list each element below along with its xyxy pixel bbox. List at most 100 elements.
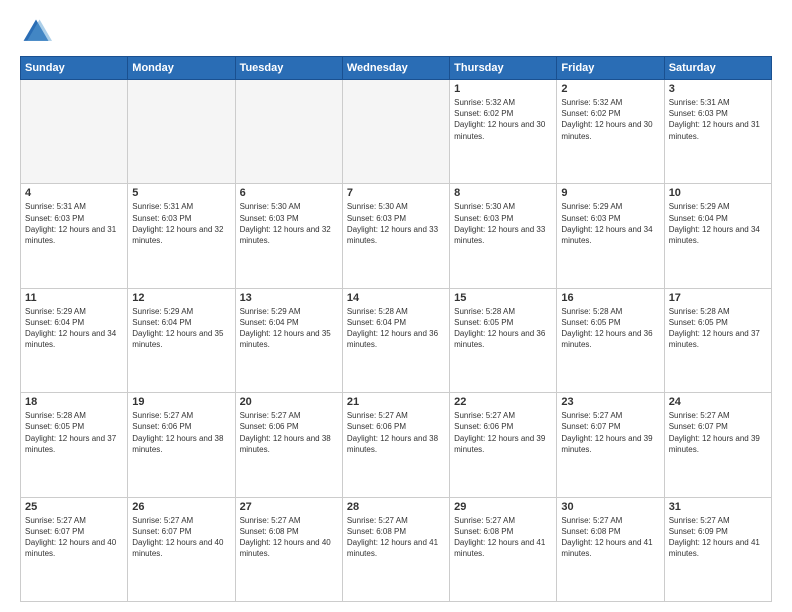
day-number: 10: [669, 187, 767, 199]
day-cell: 11 Sunrise: 5:29 AMSunset: 6:04 PMDayligh…: [21, 288, 128, 392]
day-cell: 9Sunrise: 5:29 AMSunset: 6:03 PMDaylight…: [557, 184, 664, 288]
day-info: Sunrise: 5:27 AMSunset: 6:09 PMDaylight:…: [669, 515, 767, 560]
day-cell: 4 Sunrise: 5:31 AMSunset: 6:03 PMDaylight…: [21, 184, 128, 288]
day-info: Sunrise: 5:28 AMSunset: 6:05 PMDaylight:…: [669, 306, 767, 351]
day-info: Sunrise: 5:31 AMSunset: 6:03 PMDaylight:…: [25, 201, 123, 246]
day-cell: 20 Sunrise: 5:27 AMSunset: 6:06 PMDayligh…: [235, 393, 342, 497]
day-number: 14: [347, 292, 445, 304]
day-info: Sunrise: 5:27 AMSunset: 6:07 PMDaylight:…: [669, 410, 767, 455]
day-info: Sunrise: 5:27 AMSunset: 6:07 PMDaylight:…: [25, 515, 123, 560]
day-info: Sunrise: 5:27 AMSunset: 6:08 PMDaylight:…: [240, 515, 338, 560]
day-header-tuesday: Tuesday: [235, 57, 342, 80]
day-cell: 5Sunrise: 5:31 AMSunset: 6:03 PMDaylight…: [128, 184, 235, 288]
day-number: 5: [132, 187, 230, 199]
day-number: 2: [561, 83, 659, 95]
day-cell: 13 Sunrise: 5:29 AMSunset: 6:04 PMDayligh…: [235, 288, 342, 392]
day-info: Sunrise: 5:32 AMSunset: 6:02 PMDaylight:…: [454, 97, 552, 142]
day-header-wednesday: Wednesday: [342, 57, 449, 80]
day-number: 26: [132, 501, 230, 513]
day-cell: 12 Sunrise: 5:29 AMSunset: 6:04 PMDayligh…: [128, 288, 235, 392]
day-cell: 17 Sunrise: 5:28 AMSunset: 6:05 PMDayligh…: [664, 288, 771, 392]
week-row-2: 4 Sunrise: 5:31 AMSunset: 6:03 PMDaylight…: [21, 184, 772, 288]
day-info: Sunrise: 5:29 AMSunset: 6:04 PMDaylight:…: [132, 306, 230, 351]
day-number: 12: [132, 292, 230, 304]
day-number: 21: [347, 396, 445, 408]
day-cell: 22 Sunrise: 5:27 AMSunset: 6:06 PMDayligh…: [450, 393, 557, 497]
day-cell: 27Sunrise: 5:27 AMSunset: 6:08 PMDayligh…: [235, 497, 342, 601]
calendar-body: 1 Sunrise: 5:32 AMSunset: 6:02 PMDaylight…: [21, 80, 772, 602]
day-cell: 28 Sunrise: 5:27 AMSunset: 6:08 PMDayligh…: [342, 497, 449, 601]
day-info: Sunrise: 5:27 AMSunset: 6:08 PMDaylight:…: [561, 515, 659, 560]
week-row-4: 18Sunrise: 5:28 AMSunset: 6:05 PMDayligh…: [21, 393, 772, 497]
day-info: Sunrise: 5:31 AMSunset: 6:03 PMDaylight:…: [669, 97, 767, 142]
day-info: Sunrise: 5:29 AMSunset: 6:04 PMDaylight:…: [669, 201, 767, 246]
day-header-monday: Monday: [128, 57, 235, 80]
day-info: Sunrise: 5:28 AMSunset: 6:04 PMDaylight:…: [347, 306, 445, 351]
day-info: Sunrise: 5:29 AMSunset: 6:04 PMDaylight:…: [240, 306, 338, 351]
day-header-sunday: Sunday: [21, 57, 128, 80]
calendar: SundayMondayTuesdayWednesdayThursdayFrid…: [20, 56, 772, 602]
day-cell: 19Sunrise: 5:27 AMSunset: 6:06 PMDayligh…: [128, 393, 235, 497]
day-number: 17: [669, 292, 767, 304]
day-header-friday: Friday: [557, 57, 664, 80]
day-number: 15: [454, 292, 552, 304]
calendar-header: SundayMondayTuesdayWednesdayThursdayFrid…: [21, 57, 772, 80]
day-info: Sunrise: 5:27 AMSunset: 6:08 PMDaylight:…: [454, 515, 552, 560]
day-number: 24: [669, 396, 767, 408]
day-cell: 30 Sunrise: 5:27 AMSunset: 6:08 PMDayligh…: [557, 497, 664, 601]
day-info: Sunrise: 5:27 AMSunset: 6:08 PMDaylight:…: [347, 515, 445, 560]
day-info: Sunrise: 5:30 AMSunset: 6:03 PMDaylight:…: [240, 201, 338, 246]
day-number: 16: [561, 292, 659, 304]
day-number: 7: [347, 187, 445, 199]
day-number: 11: [25, 292, 123, 304]
day-info: Sunrise: 5:27 AMSunset: 6:06 PMDaylight:…: [240, 410, 338, 455]
week-row-1: 1 Sunrise: 5:32 AMSunset: 6:02 PMDaylight…: [21, 80, 772, 184]
day-cell: [235, 80, 342, 184]
header: [20, 16, 772, 48]
day-info: Sunrise: 5:27 AMSunset: 6:06 PMDaylight:…: [454, 410, 552, 455]
page: SundayMondayTuesdayWednesdayThursdayFrid…: [0, 0, 792, 612]
day-header-saturday: Saturday: [664, 57, 771, 80]
logo-icon: [20, 16, 52, 48]
day-cell: [128, 80, 235, 184]
day-number: 23: [561, 396, 659, 408]
day-info: Sunrise: 5:29 AMSunset: 6:04 PMDaylight:…: [25, 306, 123, 351]
day-number: 29: [454, 501, 552, 513]
day-cell: [342, 80, 449, 184]
day-cell: 31Sunrise: 5:27 AMSunset: 6:09 PMDayligh…: [664, 497, 771, 601]
day-cell: 7Sunrise: 5:30 AMSunset: 6:03 PMDaylight…: [342, 184, 449, 288]
day-number: 22: [454, 396, 552, 408]
day-number: 20: [240, 396, 338, 408]
week-row-5: 25 Sunrise: 5:27 AMSunset: 6:07 PMDayligh…: [21, 497, 772, 601]
logo: [20, 16, 56, 48]
day-cell: 18Sunrise: 5:28 AMSunset: 6:05 PMDayligh…: [21, 393, 128, 497]
day-info: Sunrise: 5:32 AMSunset: 6:02 PMDaylight:…: [561, 97, 659, 142]
day-number: 30: [561, 501, 659, 513]
day-cell: [21, 80, 128, 184]
day-cell: 8 Sunrise: 5:30 AMSunset: 6:03 PMDaylight…: [450, 184, 557, 288]
header-row: SundayMondayTuesdayWednesdayThursdayFrid…: [21, 57, 772, 80]
day-cell: 6Sunrise: 5:30 AMSunset: 6:03 PMDaylight…: [235, 184, 342, 288]
day-number: 25: [25, 501, 123, 513]
day-cell: 29 Sunrise: 5:27 AMSunset: 6:08 PMDayligh…: [450, 497, 557, 601]
day-number: 28: [347, 501, 445, 513]
day-cell: 14 Sunrise: 5:28 AMSunset: 6:04 PMDayligh…: [342, 288, 449, 392]
day-cell: 25 Sunrise: 5:27 AMSunset: 6:07 PMDayligh…: [21, 497, 128, 601]
day-cell: 1 Sunrise: 5:32 AMSunset: 6:02 PMDaylight…: [450, 80, 557, 184]
week-row-3: 11 Sunrise: 5:29 AMSunset: 6:04 PMDayligh…: [21, 288, 772, 392]
day-info: Sunrise: 5:30 AMSunset: 6:03 PMDaylight:…: [454, 201, 552, 246]
day-cell: 26Sunrise: 5:27 AMSunset: 6:07 PMDayligh…: [128, 497, 235, 601]
day-cell: 24 Sunrise: 5:27 AMSunset: 6:07 PMDayligh…: [664, 393, 771, 497]
day-cell: 3 Sunrise: 5:31 AMSunset: 6:03 PMDaylight…: [664, 80, 771, 184]
day-cell: 23Sunrise: 5:27 AMSunset: 6:07 PMDayligh…: [557, 393, 664, 497]
day-cell: 10 Sunrise: 5:29 AMSunset: 6:04 PMDayligh…: [664, 184, 771, 288]
day-number: 8: [454, 187, 552, 199]
day-cell: 15 Sunrise: 5:28 AMSunset: 6:05 PMDayligh…: [450, 288, 557, 392]
day-number: 4: [25, 187, 123, 199]
day-number: 1: [454, 83, 552, 95]
day-cell: 16Sunrise: 5:28 AMSunset: 6:05 PMDayligh…: [557, 288, 664, 392]
day-number: 13: [240, 292, 338, 304]
day-info: Sunrise: 5:28 AMSunset: 6:05 PMDaylight:…: [454, 306, 552, 351]
day-number: 3: [669, 83, 767, 95]
day-info: Sunrise: 5:27 AMSunset: 6:06 PMDaylight:…: [132, 410, 230, 455]
